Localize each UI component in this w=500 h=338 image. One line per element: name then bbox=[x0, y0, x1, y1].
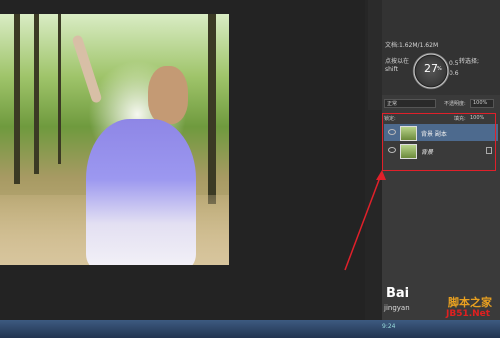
baidu-watermark: Bai bbox=[386, 286, 410, 301]
baidu-jingyan-watermark: jingyan bbox=[384, 304, 410, 312]
taskbar-clock: 9:24 bbox=[382, 323, 396, 330]
os-taskbar: 9:24 bbox=[0, 320, 500, 338]
jb51-watermark: 脚本之家 bbox=[448, 296, 492, 309]
jb51-url-watermark: JB51.Net bbox=[446, 309, 491, 319]
annotation-arrow bbox=[344, 170, 386, 271]
